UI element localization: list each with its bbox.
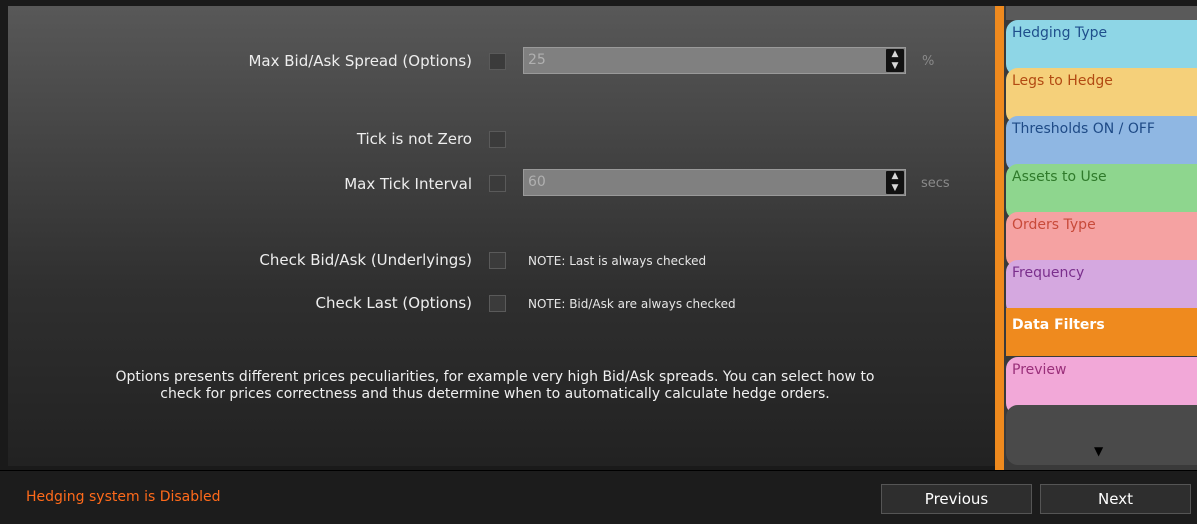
scroll-down-icon[interactable]: ▼ [1094, 444, 1103, 458]
tab-label: Frequency [1012, 265, 1085, 281]
tab-label: Preview [1012, 362, 1067, 378]
max-spread-unit: % [922, 54, 935, 69]
max-tick-checkbox[interactable] [489, 175, 506, 192]
tab-label: Data Filters [1012, 317, 1105, 333]
max-spread-spinner[interactable]: ▲ ▼ [886, 49, 904, 72]
spinner-up-icon[interactable]: ▲ [892, 49, 899, 60]
tab-data-filters[interactable]: Data Filters [1006, 308, 1197, 356]
check-bidask-checkbox[interactable] [489, 252, 506, 269]
tab-label: Orders Type [1012, 217, 1096, 233]
previous-button[interactable]: Previous [881, 484, 1032, 514]
max-tick-label: Max Tick Interval [344, 175, 472, 193]
max-tick-spinner[interactable]: ▲ ▼ [886, 171, 904, 194]
check-last-label: Check Last (Options) [315, 294, 472, 312]
max-spread-checkbox[interactable] [489, 53, 506, 70]
max-tick-value: 60 [528, 174, 546, 190]
check-last-checkbox[interactable] [489, 295, 506, 312]
max-tick-input[interactable]: 60 ▲ ▼ [523, 169, 906, 196]
tab-label: Assets to Use [1012, 169, 1107, 185]
tab-top-remnant [1006, 6, 1197, 20]
max-spread-input[interactable]: 25 ▲ ▼ [523, 47, 906, 74]
next-button[interactable]: Next [1040, 484, 1191, 514]
max-spread-value: 25 [528, 52, 546, 68]
tab-label: Hedging Type [1012, 25, 1108, 41]
spinner-down-icon[interactable]: ▼ [892, 61, 899, 72]
status-text: Hedging system is Disabled [26, 489, 221, 505]
tab-label: Legs to Hedge [1012, 73, 1113, 89]
tab-label: Thresholds ON / OFF [1012, 121, 1155, 137]
tick-not-zero-label: Tick is not Zero [356, 130, 472, 148]
max-spread-label: Max Bid/Ask Spread (Options) [248, 52, 472, 70]
check-bidask-note: NOTE: Last is always checked [528, 254, 707, 268]
tick-not-zero-checkbox[interactable] [489, 131, 506, 148]
spinner-up-icon[interactable]: ▲ [892, 171, 899, 182]
description-text: Options presents different prices peculi… [115, 369, 875, 402]
max-tick-unit: secs [921, 176, 950, 191]
check-last-note: NOTE: Bid/Ask are always checked [528, 297, 736, 311]
spinner-down-icon[interactable]: ▼ [892, 183, 899, 194]
check-bidask-label: Check Bid/Ask (Underlyings) [259, 251, 472, 269]
